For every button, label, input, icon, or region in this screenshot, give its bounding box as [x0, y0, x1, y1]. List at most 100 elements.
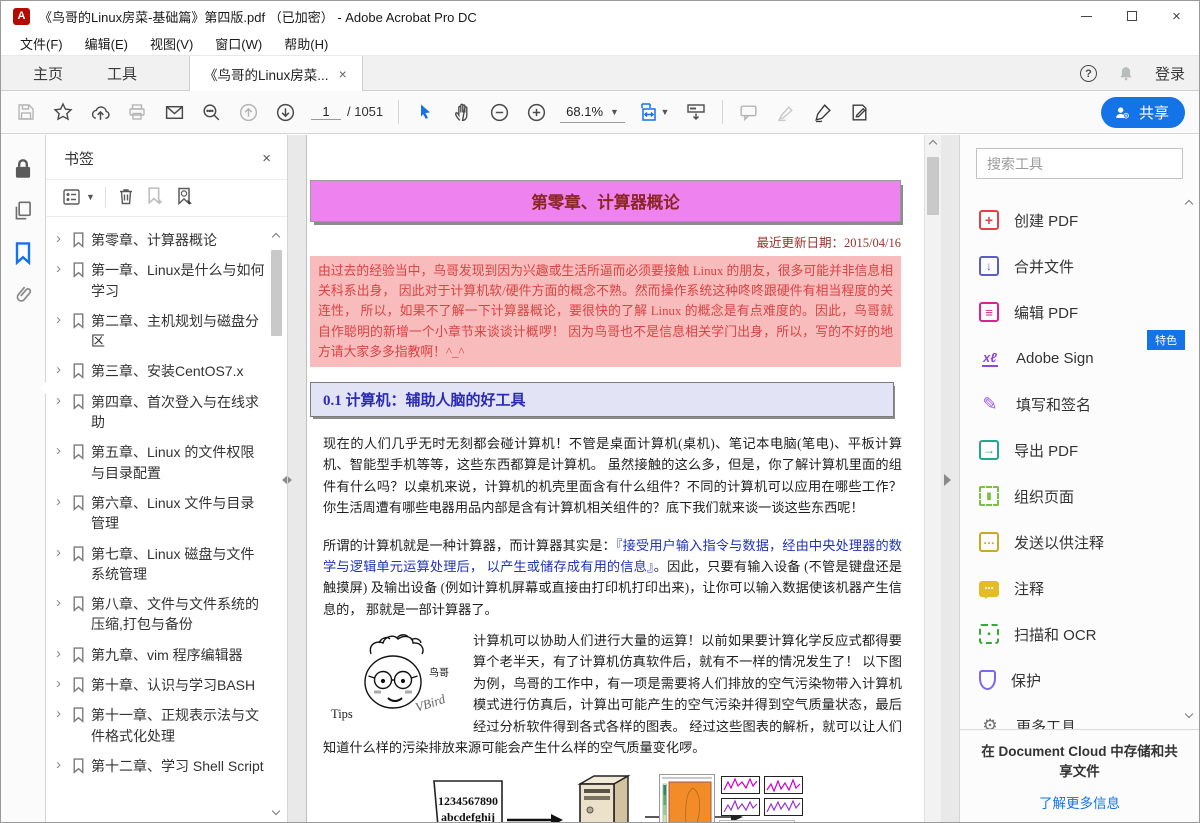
bookmark-item[interactable]: › 第八章、文件与文件系统的压缩,打包与备份: [56, 589, 265, 640]
menu-item[interactable]: 帮助(H): [273, 31, 339, 56]
previous-page-button[interactable]: [233, 97, 263, 127]
comment-tool-button[interactable]: [734, 97, 764, 127]
tool-item[interactable]: 注释: [960, 565, 1199, 611]
scroll-up-icon[interactable]: [273, 234, 281, 242]
scroll-down-icon[interactable]: [273, 808, 281, 816]
bookmarks-scrollbar[interactable]: [270, 234, 284, 816]
scrollbar-thumb[interactable]: [927, 157, 939, 215]
zoom-level-control[interactable]: 68.1% ▼: [560, 101, 625, 123]
scrollbar-thumb[interactable]: [271, 250, 282, 336]
tool-item[interactable]: 导出 PDF: [960, 427, 1199, 473]
maximize-button[interactable]: [1109, 1, 1154, 31]
chevron-right-icon[interactable]: ›: [56, 392, 66, 410]
chevron-right-icon[interactable]: ›: [56, 645, 66, 663]
attachments-paperclip-icon[interactable]: [7, 279, 39, 312]
zoom-out-button[interactable]: [484, 97, 514, 127]
bookmark-item[interactable]: › 第十一章、正规表示法与文件格式化处理: [56, 700, 265, 751]
sign-tool-button[interactable]: [808, 97, 838, 127]
chevron-right-icon[interactable]: ›: [56, 361, 66, 379]
bookmarks-close-icon[interactable]: ×: [262, 150, 271, 167]
tool-item[interactable]: 编辑 PDF: [960, 289, 1199, 335]
tab-close-icon[interactable]: ×: [339, 66, 347, 82]
bookmark-item[interactable]: › 第四章、首次登入与在线求助: [56, 387, 265, 438]
print-button[interactable]: [122, 97, 152, 127]
page-number-input[interactable]: [311, 104, 341, 120]
bookmark-item[interactable]: › 第十二章、学习 Shell Script: [56, 751, 265, 781]
chevron-right-icon[interactable]: ›: [56, 311, 66, 329]
chevron-right-icon[interactable]: ›: [56, 442, 66, 460]
cloud-upload-button[interactable]: [85, 97, 115, 127]
chevron-right-icon[interactable]: ›: [56, 594, 66, 612]
bookmark-item[interactable]: › 第九章、vim 程序编辑器: [56, 640, 265, 670]
bookmark-item[interactable]: › 第零章、计算器概论: [56, 225, 265, 255]
menu-item[interactable]: 视图(V): [139, 31, 204, 56]
next-page-button[interactable]: [270, 97, 300, 127]
document-scrollbar[interactable]: [924, 135, 941, 822]
tab-tools[interactable]: 工具: [85, 56, 159, 90]
chevron-right-icon[interactable]: ›: [56, 705, 66, 723]
bookmark-item[interactable]: › 第一章、Linux是什么与如何学习: [56, 255, 265, 306]
highlight-tool-button[interactable]: [771, 97, 801, 127]
star-favorites-button[interactable]: [48, 97, 78, 127]
new-bookmark-icon[interactable]: [146, 186, 165, 207]
scroll-up-icon[interactable]: [1186, 201, 1192, 207]
menu-item[interactable]: 编辑(E): [74, 31, 139, 56]
bookmark-item-label: 第二章、主机规划与磁盘分区: [91, 311, 265, 352]
expand-current-bookmark-icon[interactable]: [175, 186, 195, 207]
bookmark-item[interactable]: › 第三章、安装CentOS7.x: [56, 356, 265, 386]
bookmark-item[interactable]: › 第七章、Linux 磁盘与文件系统管理: [56, 539, 265, 590]
chevron-right-icon[interactable]: ›: [56, 260, 66, 278]
delete-bookmark-trash-icon[interactable]: [116, 186, 136, 207]
fit-width-button[interactable]: ▼: [634, 97, 674, 127]
close-button[interactable]: ×: [1154, 1, 1199, 31]
tool-item[interactable]: 扫描和 OCR: [960, 611, 1199, 657]
bookmark-item[interactable]: › 第十章、认识与学习BASH: [56, 670, 265, 700]
tab-document[interactable]: 《鸟哥的Linux房菜... ×: [189, 56, 363, 91]
menu-item[interactable]: 窗口(W): [204, 31, 273, 56]
tab-home[interactable]: 主页: [11, 56, 85, 90]
email-button[interactable]: [159, 97, 189, 127]
minimize-button[interactable]: [1064, 1, 1109, 31]
menu-item[interactable]: 文件(F): [9, 31, 74, 56]
tool-item[interactable]: 组织页面: [960, 473, 1199, 519]
chevron-right-icon[interactable]: ›: [56, 756, 66, 774]
select-tool-button[interactable]: [410, 97, 440, 127]
collapse-left-panel-arrow[interactable]: [288, 474, 298, 486]
bookmark-item[interactable]: › 第二章、主机规划与磁盘分区: [56, 306, 265, 357]
security-lock-icon[interactable]: [12, 157, 34, 181]
send-sign-document-button[interactable]: [845, 97, 875, 127]
scroll-down-icon[interactable]: [1186, 711, 1192, 717]
search-tools-input[interactable]: [976, 148, 1183, 179]
learn-more-link[interactable]: 了解更多信息: [978, 792, 1181, 812]
zoom-in-button[interactable]: [521, 97, 551, 127]
collapse-right-panel-arrow[interactable]: [944, 474, 957, 486]
tool-item[interactable]: 发送以供注释: [960, 519, 1199, 565]
bookmarks-options-button[interactable]: ▼: [62, 188, 95, 206]
notifications-bell-icon[interactable]: [1117, 65, 1135, 83]
search-button[interactable]: [196, 97, 226, 127]
reading-mode-button[interactable]: [681, 97, 711, 127]
hand-tool-button[interactable]: [447, 97, 477, 127]
bookmark-item[interactable]: › 第五章、Linux 的文件权限与目录配置: [56, 437, 265, 488]
chevron-right-icon[interactable]: ›: [56, 544, 66, 562]
scroll-up-icon[interactable]: [930, 141, 936, 147]
tool-item[interactable]: 填写和签名: [960, 381, 1199, 427]
tool-item[interactable]: 保护: [960, 657, 1199, 703]
help-icon[interactable]: ?: [1080, 65, 1097, 82]
footer-text: 在 Document Cloud 中存储和共享文件: [978, 742, 1181, 783]
collapse-left-panel-handle[interactable]: [276, 474, 288, 486]
page-thumbnails-icon[interactable]: [12, 199, 34, 223]
tool-item[interactable]: 合并文件: [960, 243, 1199, 289]
tool-icon: [979, 440, 999, 460]
tool-item[interactable]: Adobe Sign 特色: [960, 335, 1199, 381]
sign-in-button[interactable]: 登录: [1155, 63, 1185, 84]
bookmarks-panel-icon[interactable]: [13, 241, 33, 265]
tool-item[interactable]: 创建 PDF: [960, 197, 1199, 243]
tool-icon: [979, 393, 1001, 415]
save-button[interactable]: [11, 97, 41, 127]
chevron-right-icon[interactable]: ›: [56, 230, 66, 248]
share-button[interactable]: 共享: [1101, 97, 1185, 128]
chevron-right-icon[interactable]: ›: [56, 675, 66, 693]
bookmark-item[interactable]: › 第六章、Linux 文件与目录管理: [56, 488, 265, 539]
chevron-right-icon[interactable]: ›: [56, 493, 66, 511]
